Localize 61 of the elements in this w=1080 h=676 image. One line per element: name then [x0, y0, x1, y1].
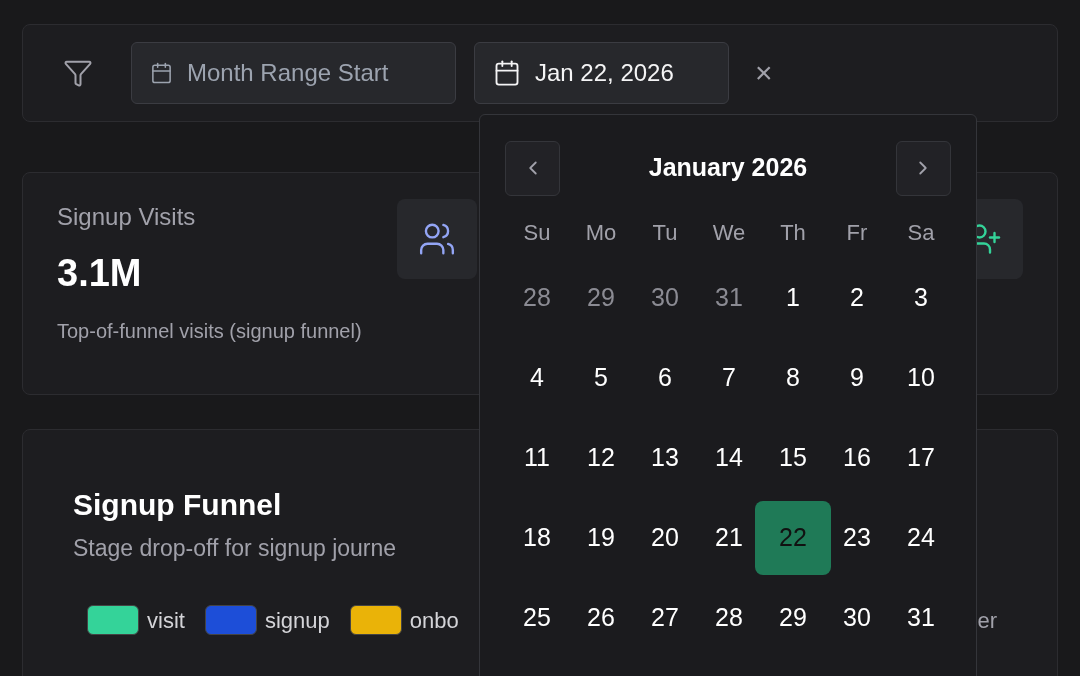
day-cell[interactable]: 8: [765, 341, 821, 415]
day-cell[interactable]: 23: [829, 501, 885, 575]
day-cell[interactable]: 10: [893, 341, 949, 415]
day-cell[interactable]: 3: [893, 261, 949, 335]
day-cell[interactable]: 6: [637, 341, 693, 415]
day-cell[interactable]: 4: [509, 341, 565, 415]
day-cell[interactable]: 31: [701, 261, 757, 335]
start-date-input[interactable]: Month Range Start: [187, 55, 437, 91]
day-cell[interactable]: 30: [829, 581, 885, 655]
funnel-title: Signup Funnel: [73, 487, 283, 523]
day-cell[interactable]: 9: [829, 341, 885, 415]
day-cell[interactable]: 28: [509, 261, 565, 335]
weekday-label: Th: [779, 219, 807, 246]
weekday-label: We: [711, 219, 747, 246]
stat-title: Signup Visits: [57, 202, 197, 232]
clear-button[interactable]: ×: [755, 58, 773, 88]
next-month-button[interactable]: [896, 140, 951, 196]
day-cell[interactable]: 25: [509, 581, 565, 655]
day-cell[interactable]: 28: [701, 581, 757, 655]
day-cell[interactable]: 13: [637, 421, 693, 495]
day-cell[interactable]: 30: [637, 261, 693, 335]
day-cell[interactable]: 15: [765, 421, 821, 495]
day-cell[interactable]: 29: [573, 261, 629, 335]
day-cell[interactable]: 2: [829, 261, 885, 335]
month-label: January 2026: [648, 152, 808, 184]
day-cell[interactable]: 16: [829, 421, 885, 495]
day-cell[interactable]: 14: [701, 421, 757, 495]
day-cell[interactable]: 24: [893, 501, 949, 575]
end-date-value: Jan 22, 2026: [535, 58, 674, 88]
weekday-label: Fr: [845, 219, 869, 246]
end-date-field[interactable]: Jan 22, 2026: [474, 42, 729, 104]
day-cell[interactable]: 17: [893, 421, 949, 495]
funnel-subtitle: Stage drop-off for signup journe: [73, 534, 397, 563]
legend-label: signup: [264, 606, 330, 635]
day-cell[interactable]: 27: [637, 581, 693, 655]
legend-label: onbo: [409, 606, 459, 635]
day-cell[interactable]: 19: [573, 501, 629, 575]
day-cell[interactable]: 20: [637, 501, 693, 575]
day-cell[interactable]: 12: [573, 421, 629, 495]
day-cell[interactable]: 18: [509, 501, 565, 575]
calendar-icon: [493, 59, 521, 87]
day-cell[interactable]: 26: [573, 581, 629, 655]
weekday-label: Tu: [651, 219, 679, 246]
stat-value: 3.1M: [57, 251, 143, 296]
filter-icon[interactable]: [63, 58, 93, 88]
legend-label: er: [977, 606, 997, 635]
day-cell[interactable]: 29: [765, 581, 821, 655]
day-cell[interactable]: 31: [893, 581, 949, 655]
stat-description: Top-of-funnel visits (signup funnel): [57, 319, 363, 344]
weekday-label: Su: [522, 219, 552, 246]
day-cell[interactable]: 22: [755, 501, 831, 575]
day-cell[interactable]: 5: [573, 341, 629, 415]
day-cell[interactable]: 7: [701, 341, 757, 415]
weekday-label: Sa: [906, 219, 936, 246]
weekday-label: Mo: [584, 219, 618, 246]
legend-label: visit: [147, 606, 185, 635]
day-cell[interactable]: 11: [509, 421, 565, 495]
start-date-field[interactable]: Month Range Start: [131, 42, 456, 104]
previous-month-button[interactable]: [505, 140, 560, 196]
day-cell[interactable]: 21: [701, 501, 757, 575]
day-cell[interactable]: 1: [765, 261, 821, 335]
